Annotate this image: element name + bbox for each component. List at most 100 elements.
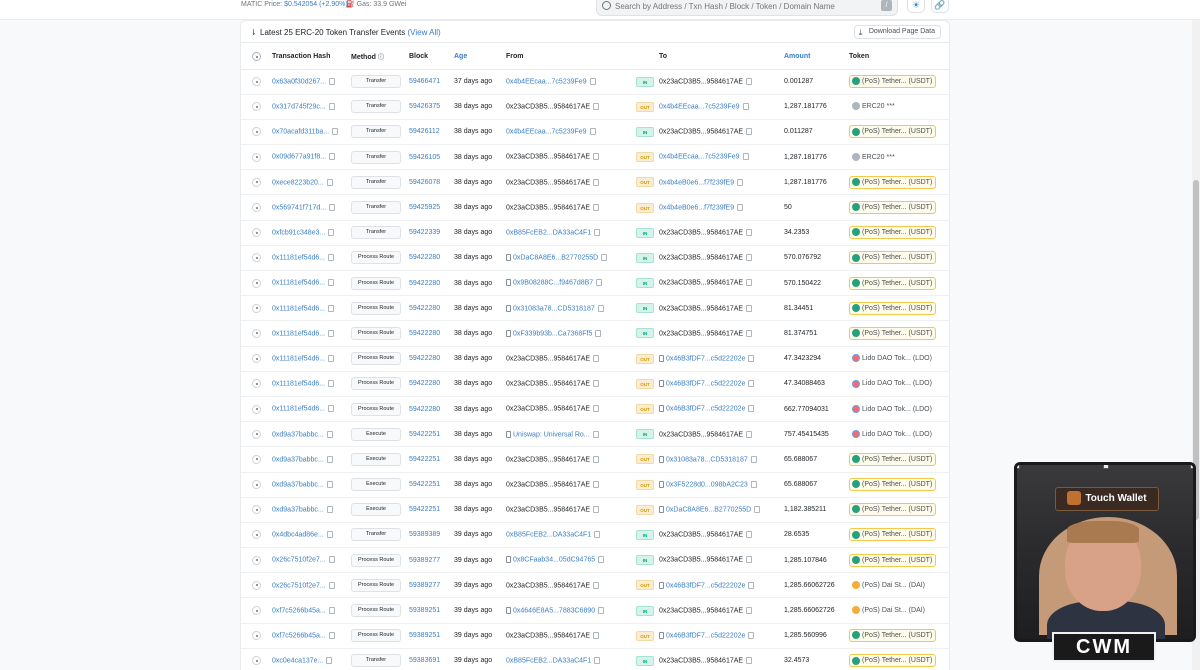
to-address[interactable]: 0x46B3fDF7...c5d22202e xyxy=(666,381,745,388)
tx-hash-link[interactable]: 0x09d677a91f8... xyxy=(272,154,326,161)
copy-icon[interactable] xyxy=(328,556,335,564)
block-link[interactable]: 59422280 xyxy=(409,355,440,362)
copy-icon[interactable] xyxy=(593,103,600,111)
from-address[interactable]: 0x4646E8A5...7883C6890 xyxy=(513,607,595,614)
col-age[interactable]: Age xyxy=(454,45,506,70)
copy-icon[interactable] xyxy=(332,128,339,136)
view-details-icon[interactable] xyxy=(252,328,261,338)
copy-icon[interactable] xyxy=(593,455,600,463)
block-link[interactable]: 59383691 xyxy=(409,657,440,664)
copy-icon[interactable] xyxy=(589,77,596,85)
copy-icon[interactable] xyxy=(597,304,604,312)
view-details-icon[interactable] xyxy=(252,354,261,364)
copy-icon[interactable] xyxy=(748,380,755,388)
copy-icon[interactable] xyxy=(593,506,600,514)
copy-icon[interactable] xyxy=(326,657,333,665)
tx-hash-link[interactable]: 0x70acafd311ba... xyxy=(272,129,329,136)
copy-icon[interactable] xyxy=(328,380,335,388)
copy-icon[interactable] xyxy=(593,480,600,488)
theme-toggle-button[interactable]: ☀ xyxy=(907,0,925,13)
token-link[interactable]: (PoS) Tether... (USDT) xyxy=(849,553,937,567)
tx-hash-link[interactable]: 0xf7c5266b45a... xyxy=(272,607,326,614)
view-all-link[interactable]: (View All) xyxy=(408,28,441,37)
copy-icon[interactable] xyxy=(593,405,600,413)
copy-icon[interactable] xyxy=(746,77,753,85)
token-link[interactable]: Lido DAO Tok... (LDO) xyxy=(849,428,936,441)
view-details-icon[interactable] xyxy=(252,228,261,238)
token-link[interactable]: (PoS) Tether... (USDT) xyxy=(849,629,937,643)
view-details-icon[interactable] xyxy=(252,580,261,590)
token-link[interactable]: Lido DAO Tok... (LDO) xyxy=(849,403,936,416)
view-details-icon[interactable] xyxy=(252,606,261,616)
tx-hash-link[interactable]: 0x11181ef54d6... xyxy=(272,406,325,413)
from-address[interactable]: 0x4b4EEcaa...7c5239Fe9 xyxy=(506,78,587,85)
view-details-icon[interactable] xyxy=(252,303,261,313)
copy-icon[interactable] xyxy=(746,606,753,614)
copy-icon[interactable] xyxy=(595,329,602,337)
block-link[interactable]: 59422280 xyxy=(409,305,440,312)
block-link[interactable]: 59422251 xyxy=(409,481,440,488)
tx-hash-link[interactable]: 0xf7c5266b45a... xyxy=(272,632,326,639)
view-details-icon[interactable] xyxy=(252,480,261,490)
block-link[interactable]: 59389251 xyxy=(409,607,440,614)
copy-icon[interactable] xyxy=(742,103,749,111)
copy-icon[interactable] xyxy=(593,581,600,589)
copy-icon[interactable] xyxy=(737,203,744,211)
view-details-icon[interactable] xyxy=(252,102,261,112)
token-link[interactable]: (PoS) Tether... (USDT) xyxy=(849,528,937,542)
view-details-icon[interactable] xyxy=(252,127,261,137)
copy-icon[interactable] xyxy=(328,405,335,413)
copy-icon[interactable] xyxy=(598,606,605,614)
copy-icon[interactable] xyxy=(742,153,749,161)
token-link[interactable]: (PoS) Dai St... (DAI) xyxy=(849,604,929,617)
to-address[interactable]: 0x4b4EEcaa...7c5239Fe9 xyxy=(659,154,740,161)
view-details-icon[interactable] xyxy=(252,631,261,641)
copy-icon[interactable] xyxy=(328,329,335,337)
copy-icon[interactable] xyxy=(754,506,761,514)
tx-hash-link[interactable]: 0x11181ef54d6... xyxy=(272,381,325,388)
to-address[interactable]: 0xDaC8A8E6...B2770255D xyxy=(666,506,751,513)
block-link[interactable]: 59422280 xyxy=(409,406,440,413)
token-link[interactable]: Lido DAO Tok... (LDO) xyxy=(849,377,936,390)
copy-icon[interactable] xyxy=(596,279,603,287)
view-details-icon[interactable] xyxy=(252,203,261,213)
copy-icon[interactable] xyxy=(328,279,335,287)
view-details-icon[interactable] xyxy=(252,77,261,87)
copy-icon[interactable] xyxy=(326,531,333,539)
copy-icon[interactable] xyxy=(326,455,333,463)
download-page-data-button[interactable]: ⤓ Download Page Data xyxy=(853,25,941,39)
tx-hash-link[interactable]: 0x26c7510f2e7... xyxy=(272,557,326,564)
copy-icon[interactable] xyxy=(601,254,608,262)
from-address[interactable]: Uniswap: Universal Ro... xyxy=(513,431,590,438)
copy-icon[interactable] xyxy=(593,153,600,161)
token-link[interactable]: (PoS) Tether... (USDT) xyxy=(849,201,937,215)
copy-icon[interactable] xyxy=(746,304,753,312)
tx-hash-link[interactable]: 0x11181ef54d6... xyxy=(272,280,325,287)
copy-icon[interactable] xyxy=(326,506,333,514)
view-details-icon[interactable] xyxy=(252,379,261,389)
view-details-icon[interactable] xyxy=(252,429,261,439)
from-address[interactable]: 0xDaC8A8E6...B2770255D xyxy=(513,255,598,262)
copy-icon[interactable] xyxy=(746,430,753,438)
token-link[interactable]: (PoS) Tether... (USDT) xyxy=(849,75,937,89)
block-link[interactable]: 59389277 xyxy=(409,582,440,589)
from-address[interactable]: 0x31083a78...CD5318187 xyxy=(513,305,595,312)
view-details-icon[interactable] xyxy=(252,253,261,263)
token-link[interactable]: (PoS) Tether... (USDT) xyxy=(849,503,937,517)
tx-hash-link[interactable]: 0xc0e4ca137e... xyxy=(272,658,323,665)
copy-icon[interactable] xyxy=(746,279,753,287)
copy-icon[interactable] xyxy=(594,229,601,237)
from-address[interactable]: 0x9B08288C...f9467d8B7 xyxy=(513,280,593,287)
tx-hash-link[interactable]: 0xd9a37babbc... xyxy=(272,456,324,463)
copy-icon[interactable] xyxy=(328,606,335,614)
copy-icon[interactable] xyxy=(589,128,596,136)
token-link[interactable]: Lido DAO Tok... (LDO) xyxy=(849,352,936,365)
tx-hash-link[interactable]: 0x11181ef54d6... xyxy=(272,255,325,262)
view-details-icon[interactable] xyxy=(252,530,261,540)
block-link[interactable]: 59389251 xyxy=(409,632,440,639)
view-details-icon[interactable] xyxy=(252,152,261,162)
to-address[interactable]: 0x46B3fDF7...c5d22202e xyxy=(666,582,745,589)
token-link[interactable]: (PoS) Tether... (USDT) xyxy=(849,326,937,340)
token-link[interactable]: (PoS) Tether... (USDT) xyxy=(849,478,937,492)
tx-hash-link[interactable]: 0x317d745f29c... xyxy=(272,103,326,110)
